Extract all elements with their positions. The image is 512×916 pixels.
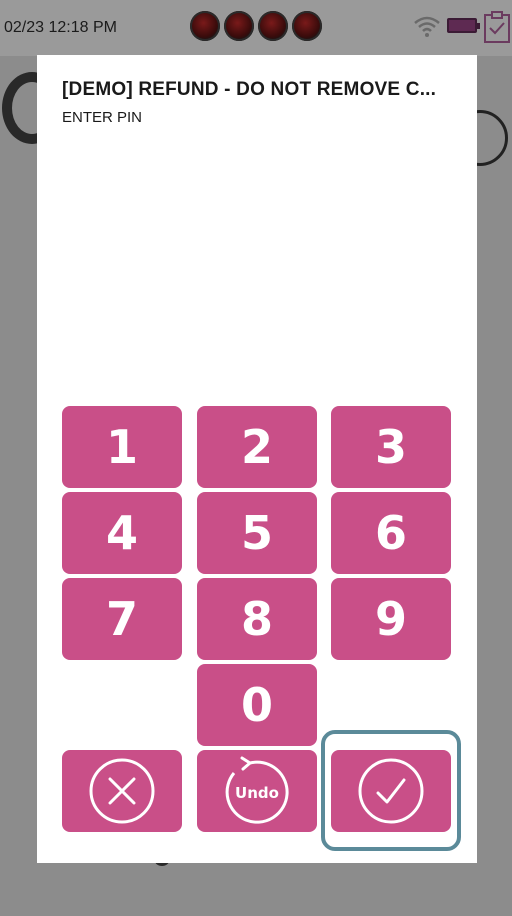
dialog-subtitle: ENTER PIN <box>62 109 143 126</box>
key-3[interactable]: 3 <box>331 406 451 488</box>
status-datetime: 02/23 12:18 PM <box>4 19 117 36</box>
battery-icon <box>447 18 480 33</box>
key-0[interactable]: 0 <box>197 664 317 746</box>
key-2[interactable]: 2 <box>197 406 317 488</box>
key-6[interactable]: 6 <box>331 492 451 574</box>
key-1[interactable]: 1 <box>62 406 182 488</box>
dialog-title: [DEMO] REFUND - DO NOT REMOVE C... <box>62 79 437 100</box>
indicator-lights <box>190 11 322 41</box>
close-circle-icon <box>89 758 155 824</box>
cancel-button[interactable] <box>62 750 182 832</box>
indicator-light-icon <box>258 11 288 41</box>
key-9[interactable]: 9 <box>331 578 451 660</box>
key-7[interactable]: 7 <box>62 578 182 660</box>
confirm-highlight-outline <box>321 730 461 851</box>
indicator-light-icon <box>190 11 220 41</box>
indicator-light-icon <box>224 11 254 41</box>
indicator-light-icon <box>292 11 322 41</box>
undo-arrow-icon: Undo <box>225 756 289 824</box>
undo-button[interactable]: Undo <box>197 750 317 832</box>
wifi-icon <box>414 16 440 37</box>
key-5[interactable]: 5 <box>197 492 317 574</box>
undo-label: Undo <box>235 784 279 802</box>
status-bar: 02/23 12:18 PM <box>0 0 512 56</box>
clipboard-icon <box>484 11 510 43</box>
key-4[interactable]: 4 <box>62 492 182 574</box>
key-8[interactable]: 8 <box>197 578 317 660</box>
